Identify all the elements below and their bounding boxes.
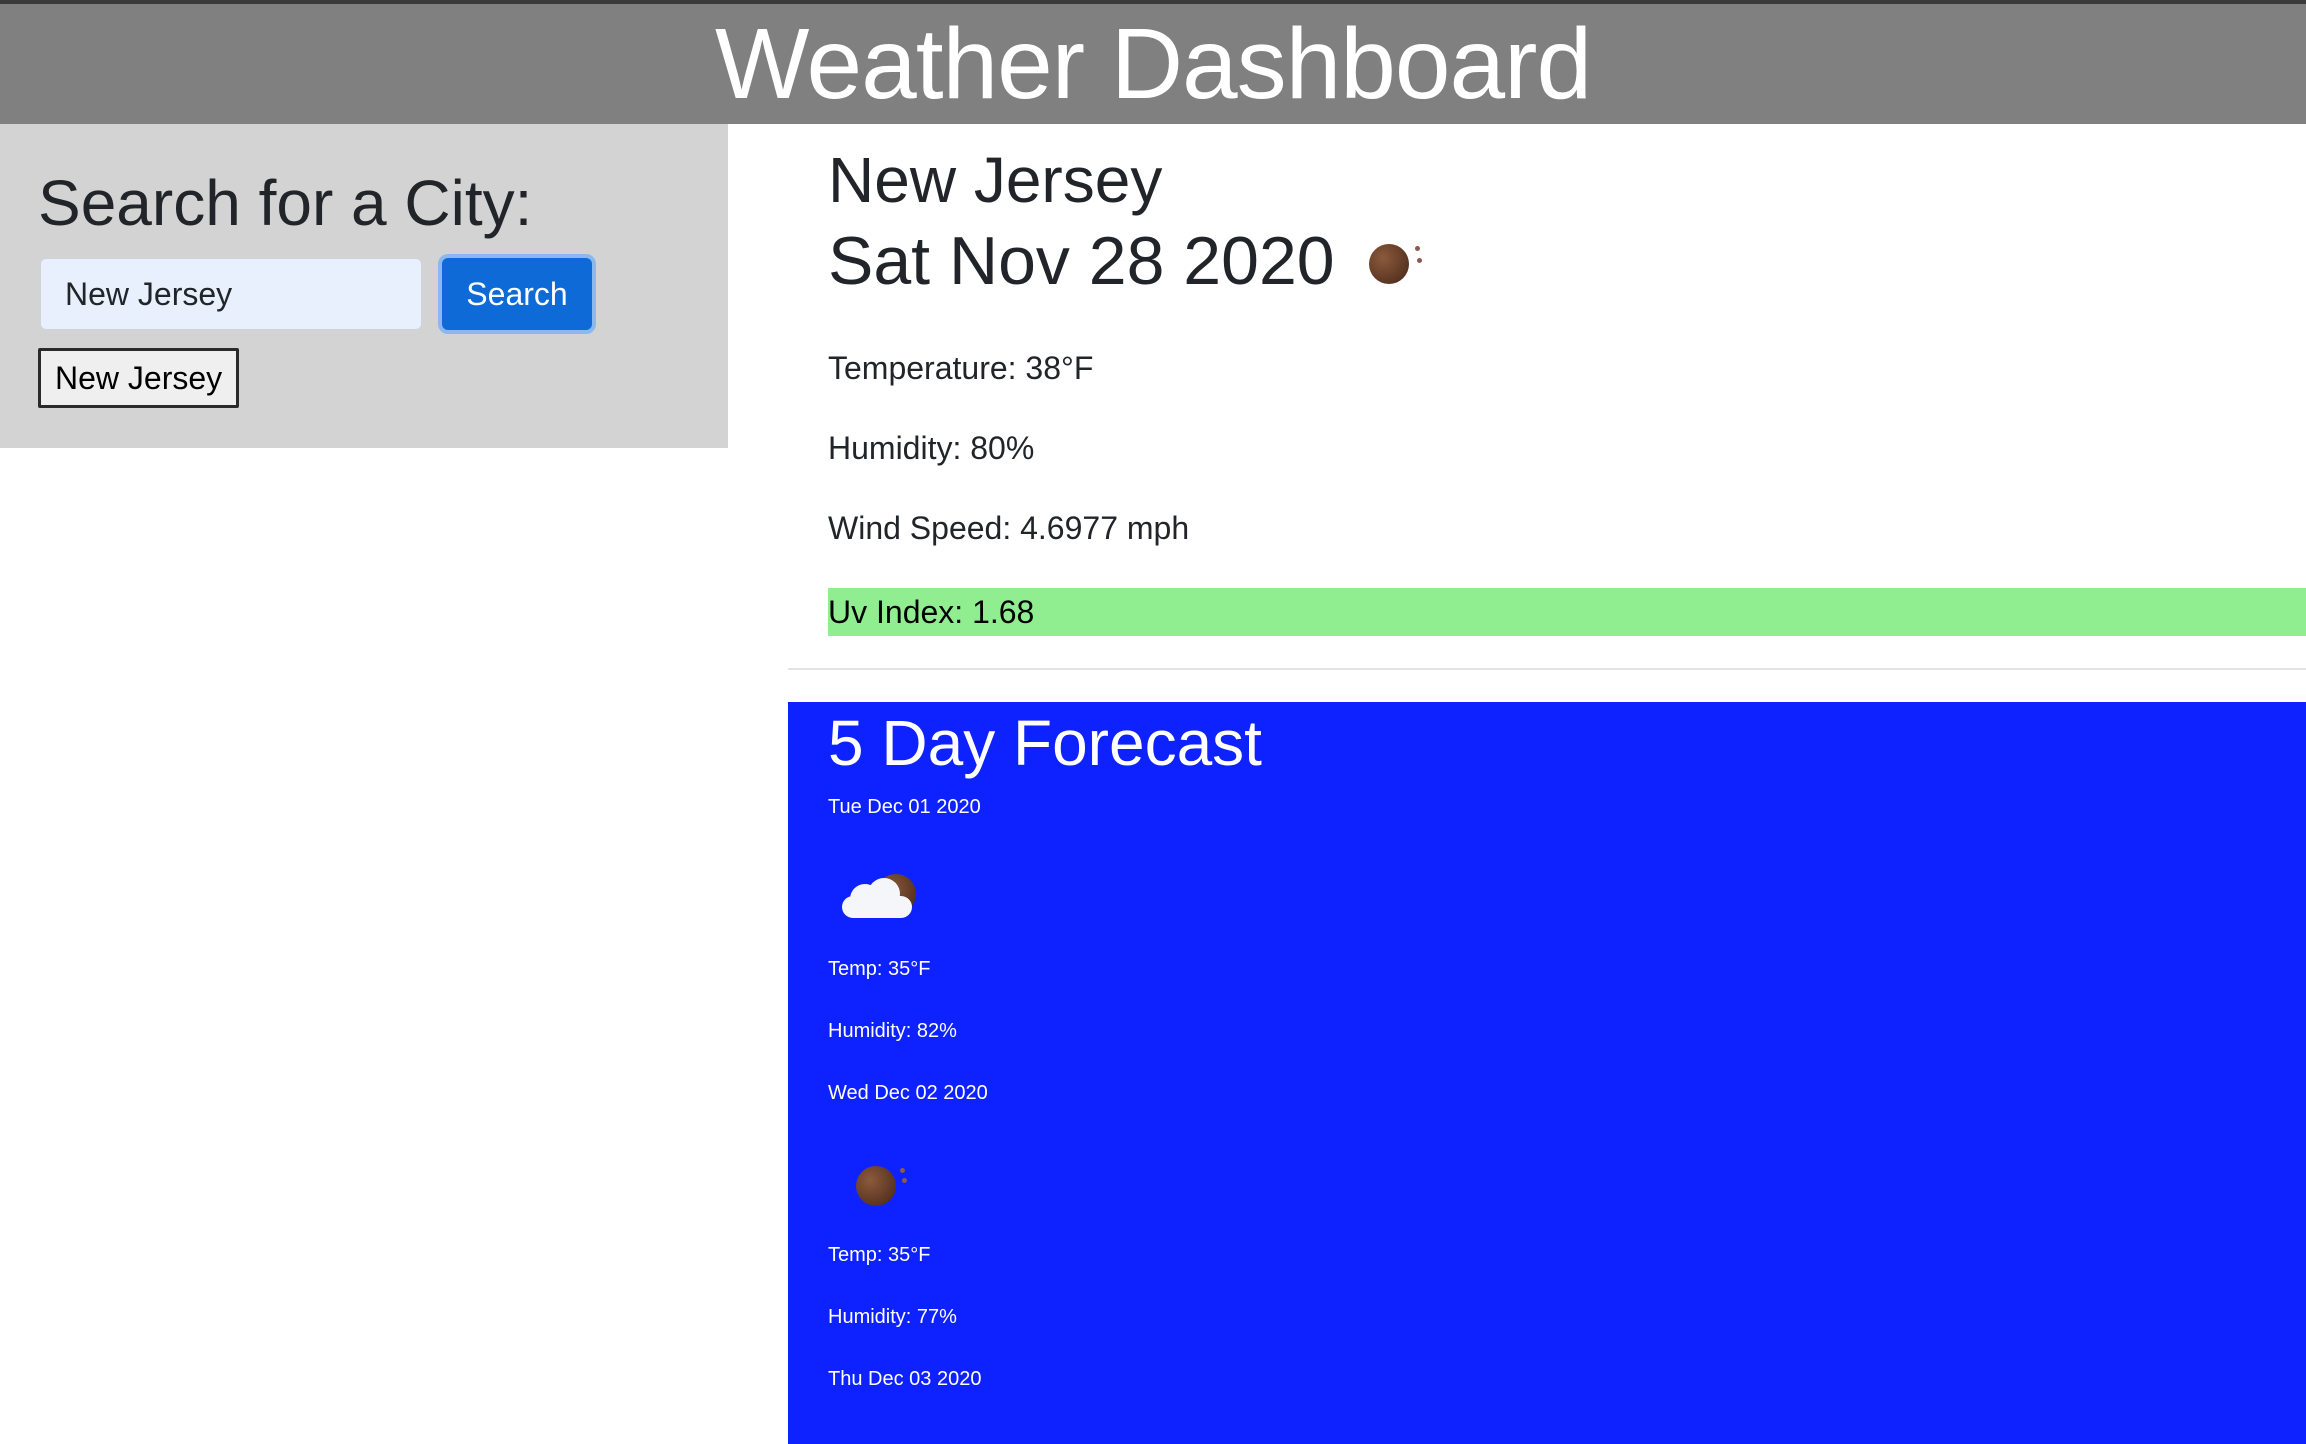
forecast-day-date: Wed Dec 02 2020: [828, 1082, 988, 1104]
forecast-section: 5 Day Forecast Tue Dec 01 2020 Temp: 35°…: [788, 702, 2306, 1444]
section-divider: [788, 668, 2306, 670]
current-date: Sat Nov 28 2020: [828, 223, 1335, 299]
forecast-day-date: Thu Dec 03 2020: [828, 1368, 982, 1390]
forecast-heading: 5 Day Forecast: [828, 707, 1262, 779]
page-header: Weather Dashboard: [0, 4, 2306, 124]
current-weather: New Jersey Sat Nov 28 2020: [828, 140, 2306, 302]
forecast-day-date: Tue Dec 01 2020: [828, 796, 981, 818]
forecast-day-humidity: Humidity: 82%: [828, 1020, 957, 1042]
current-temperature: Temperature: 38°F: [828, 350, 1094, 386]
uv-index-badge: Uv Index: 1.68: [828, 588, 2306, 636]
current-date-row: Sat Nov 28 2020: [828, 220, 2306, 302]
current-city: New Jersey: [828, 144, 1163, 216]
cloud-moon-icon: [836, 868, 926, 928]
search-panel: Search for a City: Search New Jersey: [0, 124, 728, 448]
current-wind-speed: Wind Speed: 4.6977 mph: [828, 510, 1190, 546]
forecast-day-humidity: Humidity: 77%: [828, 1306, 957, 1328]
search-heading: Search for a City:: [38, 167, 533, 239]
current-humidity: Humidity: 80%: [828, 430, 1035, 466]
page-title: Weather Dashboard: [714, 8, 1592, 120]
history-city-button[interactable]: New Jersey: [38, 348, 240, 408]
forecast-day-temp: Temp: 35°F: [828, 1244, 931, 1266]
city-search-input[interactable]: [40, 258, 422, 330]
forecast-day-temp: Temp: 35°F: [828, 958, 931, 980]
search-button[interactable]: Search: [438, 254, 596, 334]
moon-night-icon: [1365, 236, 1425, 286]
moon-night-icon: [856, 1162, 912, 1208]
